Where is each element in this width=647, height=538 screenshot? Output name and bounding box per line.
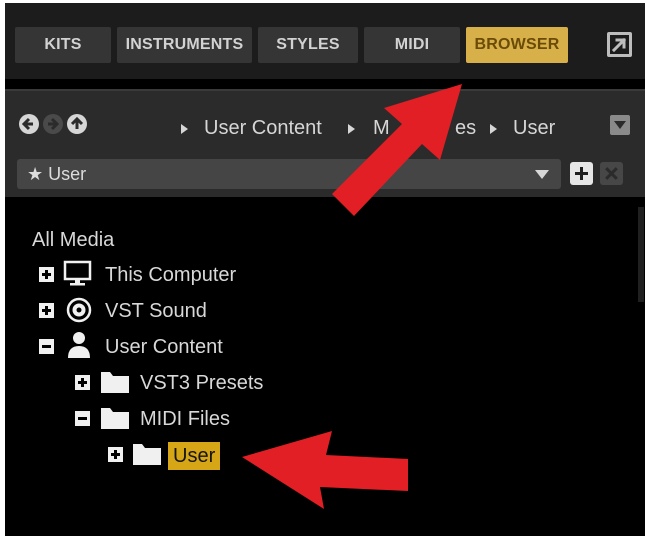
folder-icon bbox=[101, 408, 129, 429]
breadcrumb-user[interactable]: User bbox=[513, 117, 555, 140]
tab-kits[interactable]: KITS bbox=[15, 27, 111, 63]
tree-item-user-selected[interactable]: User bbox=[168, 442, 221, 470]
chevron-down-icon bbox=[535, 170, 549, 179]
expand-arrow-icon[interactable] bbox=[606, 31, 633, 58]
tab-browser[interactable]: BROWSER bbox=[466, 27, 568, 63]
annotation-arrow-left bbox=[242, 431, 408, 509]
monitor-icon bbox=[63, 260, 92, 286]
tree-root-all-media[interactable]: All Media bbox=[32, 228, 114, 252]
expand-toggle[interactable] bbox=[75, 375, 90, 390]
back-arrow-icon[interactable] bbox=[18, 113, 40, 135]
forward-arrow-icon[interactable] bbox=[42, 113, 64, 135]
up-arrow-icon[interactable] bbox=[66, 113, 88, 135]
filter-value: User bbox=[48, 163, 87, 184]
plus-icon[interactable] bbox=[570, 162, 593, 185]
tab-bar: KITS INSTRUMENTS STYLES MIDI BROWSER bbox=[5, 3, 645, 79]
scrollbar[interactable] bbox=[638, 207, 644, 302]
close-icon[interactable] bbox=[600, 162, 623, 185]
breadcrumb-separator bbox=[490, 124, 497, 134]
expand-toggle[interactable] bbox=[39, 303, 54, 318]
breadcrumb-user-content[interactable]: User Content bbox=[204, 117, 322, 140]
tab-styles[interactable]: STYLES bbox=[258, 27, 358, 63]
tree-item-vst-sound[interactable]: VST Sound bbox=[105, 299, 207, 323]
tree-item-midi-files[interactable]: MIDI Files bbox=[140, 407, 230, 431]
star-icon: ★ bbox=[27, 163, 44, 184]
folder-icon bbox=[101, 372, 129, 393]
folder-icon bbox=[133, 444, 161, 465]
annotation-arrow-up bbox=[332, 84, 462, 216]
breadcrumb-separator bbox=[181, 124, 188, 134]
user-icon bbox=[68, 332, 90, 358]
tree-item-vst3-presets[interactable]: VST3 Presets bbox=[140, 371, 263, 395]
tree-item-this-computer[interactable]: This Computer bbox=[105, 263, 236, 287]
expand-toggle[interactable] bbox=[39, 267, 54, 282]
dropdown-menu-icon[interactable] bbox=[610, 115, 630, 135]
filter-select[interactable]: ★ User bbox=[17, 159, 561, 189]
collapse-toggle[interactable] bbox=[39, 339, 54, 354]
expand-toggle[interactable] bbox=[108, 447, 123, 462]
collapse-toggle[interactable] bbox=[75, 411, 90, 426]
disc-icon bbox=[66, 297, 92, 323]
tab-midi[interactable]: MIDI bbox=[364, 27, 460, 63]
tab-instruments[interactable]: INSTRUMENTS bbox=[117, 27, 252, 63]
tree-item-user-content[interactable]: User Content bbox=[105, 335, 223, 359]
